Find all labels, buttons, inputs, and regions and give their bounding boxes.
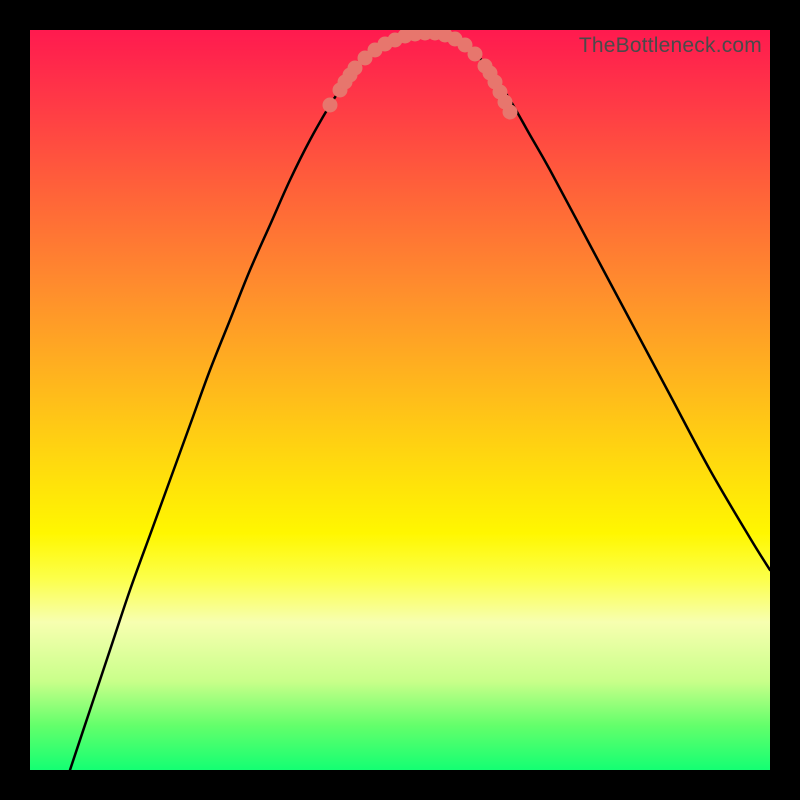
highlight-dot [468, 47, 483, 62]
highlight-dots [323, 30, 518, 120]
highlight-dot [503, 105, 518, 120]
chart-frame: TheBottleneck.com [0, 0, 800, 800]
chart-plot-area: TheBottleneck.com [30, 30, 770, 770]
chart-svg [30, 30, 770, 770]
highlight-dot [323, 98, 338, 113]
bottleneck-curve [70, 32, 770, 770]
